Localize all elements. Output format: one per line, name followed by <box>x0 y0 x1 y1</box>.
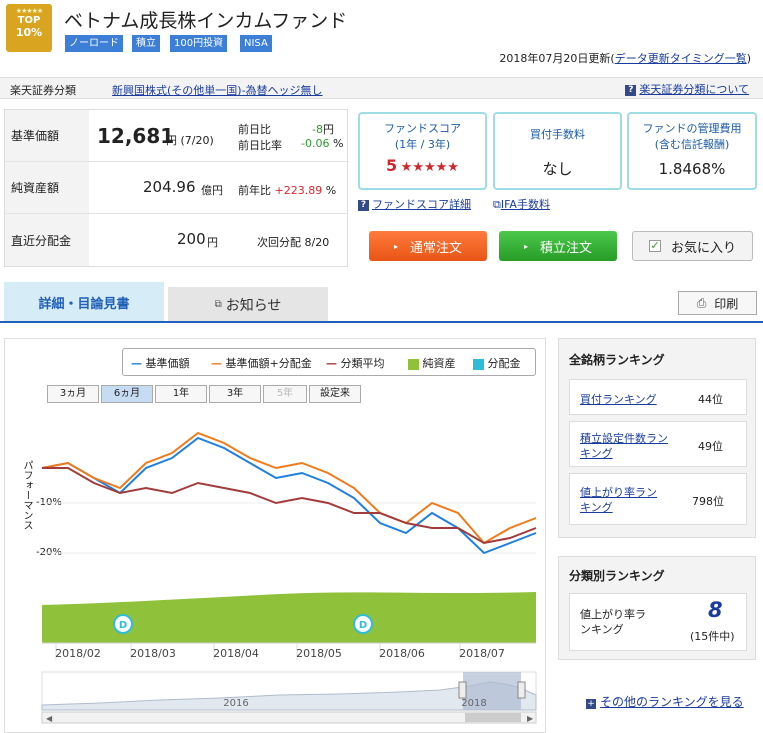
ranking-value: 44位 <box>698 393 723 406</box>
category-ranking-total: (15件中) <box>690 630 735 643</box>
navigator-scrollbar[interactable] <box>41 711 537 724</box>
x-tick-label: 2018/05 <box>296 647 342 660</box>
category-ranking-title: 分類別ランキング <box>569 569 665 583</box>
x-tick-label: 2018/06 <box>379 647 425 660</box>
scroll-right-icon[interactable]: ▶ <box>527 714 534 723</box>
ranking-row: 積立設定件数ランキング 49位 <box>569 421 747 467</box>
x-tick-label: 2018/04 <box>213 647 259 660</box>
navigator-year-label: 2018 <box>461 698 486 709</box>
distribution-marker-label: D <box>119 620 127 631</box>
all-ranking-title: 全銘柄ランキング <box>569 353 665 367</box>
more-ranking-link[interactable]: + その他のランキングを見る <box>586 693 744 710</box>
category-ranking-value: 8 <box>708 598 723 622</box>
category-ranking-row: 値上がり率ランキング 8 (15件中) <box>569 593 747 651</box>
scroll-left-icon[interactable]: ◀ <box>46 714 53 723</box>
plus-icon: + <box>586 699 596 709</box>
distribution-marker-label: D <box>359 620 367 631</box>
ranking-label-link[interactable]: 値上がり率ランキング <box>580 485 660 515</box>
navigator-year-label: 2016 <box>223 698 248 709</box>
ranking-label-link[interactable]: 積立設定件数ランキング <box>580 431 670 461</box>
ranking-label-link[interactable]: 買付ランキング <box>580 391 657 407</box>
category-ranking-label: 値上がり率ランキング <box>580 608 646 636</box>
ranking-value: 798位 <box>692 495 724 508</box>
all-ranking-box: 全銘柄ランキング 買付ランキング 44位 積立設定件数ランキング 49位 値上が… <box>558 338 756 538</box>
x-tick-label: 2018/07 <box>459 647 505 660</box>
scrollbar-thumb[interactable] <box>465 713 521 722</box>
ranking-row: 値上がり率ランキング 798位 <box>569 473 747 525</box>
x-tick-label: 2018/03 <box>130 647 176 660</box>
ranking-row: 買付ランキング 44位 <box>569 379 747 415</box>
x-tick-label: 2018/02 <box>55 647 101 660</box>
nav-line <box>41 436 537 555</box>
ranking-value: 49位 <box>698 440 723 453</box>
category-ranking-box: 分類別ランキング 値上がり率ランキング 8 (15件中) <box>558 556 756 660</box>
navigator-right-handle[interactable] <box>517 681 526 699</box>
navigator-left-handle[interactable] <box>458 681 467 699</box>
nav-div-line <box>41 431 537 545</box>
